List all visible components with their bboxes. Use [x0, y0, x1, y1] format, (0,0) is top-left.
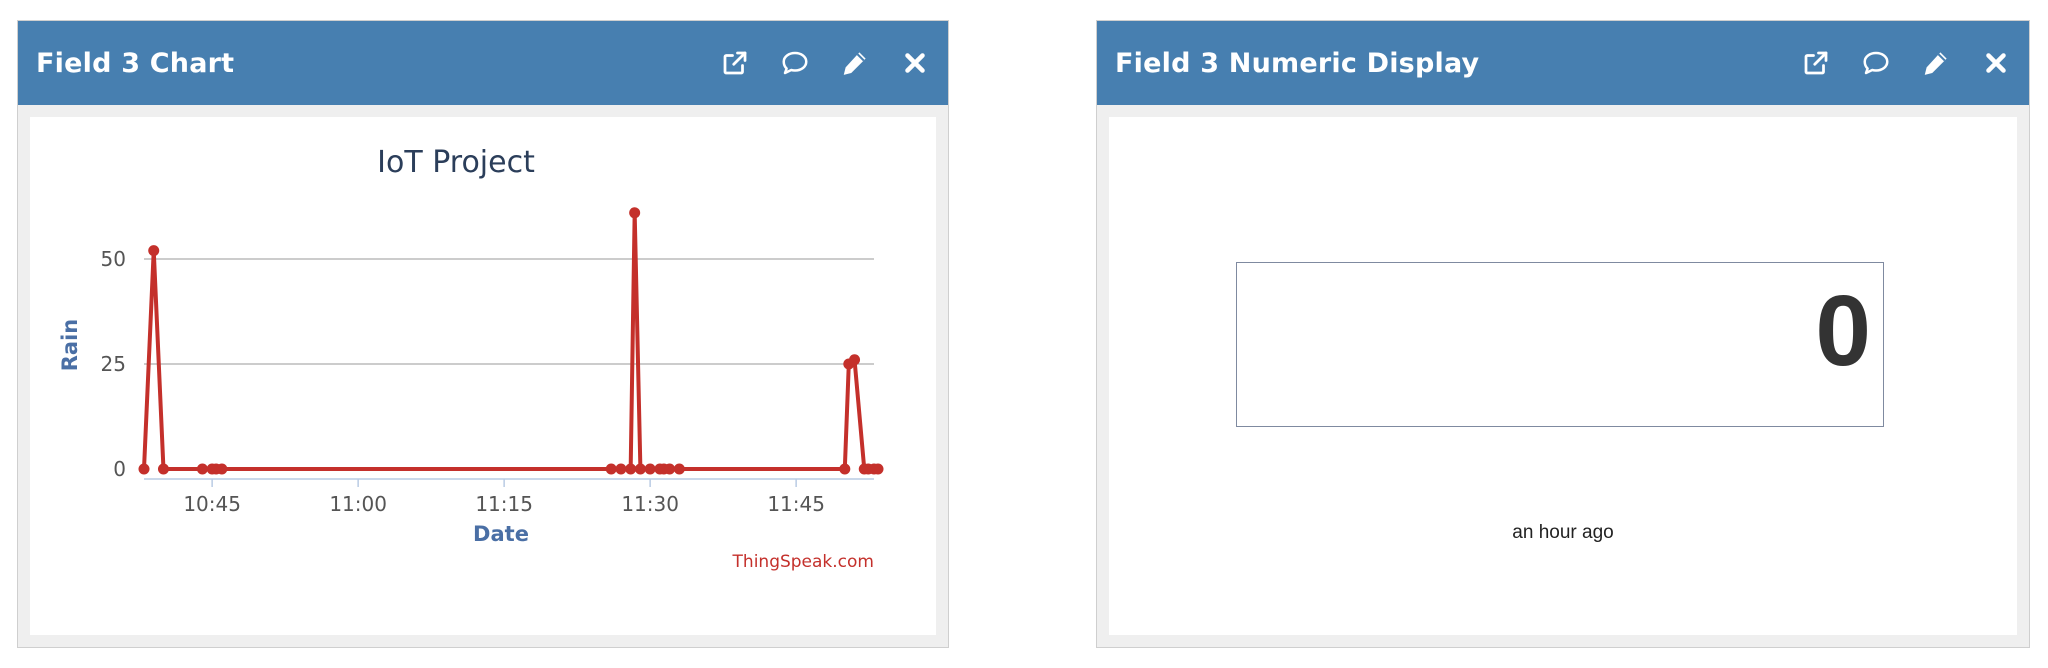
x-tick-label: 11:30	[621, 492, 679, 516]
pencil-icon[interactable]	[1919, 46, 1953, 80]
numeric-widget: Field 3 Numeric Display 0 an hour ago	[1096, 20, 2030, 648]
data-point[interactable]	[138, 463, 150, 475]
close-icon[interactable]	[898, 46, 932, 80]
data-point[interactable]	[625, 463, 637, 475]
y-axis-label: Rain	[58, 319, 82, 372]
close-icon[interactable]	[1979, 46, 2013, 80]
data-point[interactable]	[849, 354, 861, 366]
line-chart: IoT Project Rain Date ThingSpeak.com 0 25…	[58, 145, 884, 572]
data-point[interactable]	[615, 463, 627, 475]
numeric-body: 0 an hour ago	[1109, 117, 2017, 635]
data-point[interactable]	[148, 245, 160, 257]
chart-body: IoT Project Rain Date ThingSpeak.com 0 25…	[30, 117, 936, 635]
data-point[interactable]	[664, 463, 676, 475]
y-tick-label: 25	[101, 352, 126, 376]
data-point[interactable]	[216, 463, 228, 475]
data-point[interactable]	[196, 463, 208, 475]
x-tick-label: 11:00	[329, 492, 387, 516]
series-line	[142, 210, 878, 471]
last-updated-text: an hour ago	[1512, 522, 1614, 543]
numeric-widget-header: Field 3 Numeric Display	[1097, 21, 2029, 105]
external-link-icon[interactable]	[1799, 46, 1833, 80]
x-tick-label: 11:45	[767, 492, 825, 516]
data-point[interactable]	[872, 463, 884, 475]
chart-title: IoT Project	[377, 145, 535, 180]
data-point[interactable]	[644, 463, 656, 475]
pencil-icon[interactable]	[838, 46, 872, 80]
chart-widget: Field 3 Chart IoT Project Rain Date Thin…	[17, 20, 949, 648]
widget-actions	[1773, 46, 2013, 80]
widget-title: Field 3 Chart	[36, 47, 235, 79]
chart-credits[interactable]: ThingSpeak.com	[732, 552, 874, 572]
x-tick-label: 10:45	[183, 492, 241, 516]
y-tick-label: 50	[101, 247, 126, 271]
data-point[interactable]	[634, 463, 646, 475]
data-point[interactable]	[673, 463, 685, 475]
external-link-icon[interactable]	[718, 46, 752, 80]
data-point[interactable]	[839, 463, 851, 475]
chart-widget-header: Field 3 Chart	[18, 21, 948, 105]
data-point[interactable]	[157, 463, 169, 475]
data-point[interactable]	[605, 463, 617, 475]
y-tick-label: 0	[113, 457, 126, 481]
comment-icon[interactable]	[778, 46, 812, 80]
widget-actions	[692, 46, 932, 80]
x-axis-label: Date	[473, 522, 529, 546]
data-point[interactable]	[629, 207, 641, 219]
widget-title: Field 3 Numeric Display	[1115, 47, 1480, 79]
comment-icon[interactable]	[1859, 46, 1893, 80]
numeric-value: 0	[1815, 275, 1871, 387]
x-tick-label: 11:15	[475, 492, 533, 516]
numeric-value-box: 0	[1236, 262, 1884, 427]
